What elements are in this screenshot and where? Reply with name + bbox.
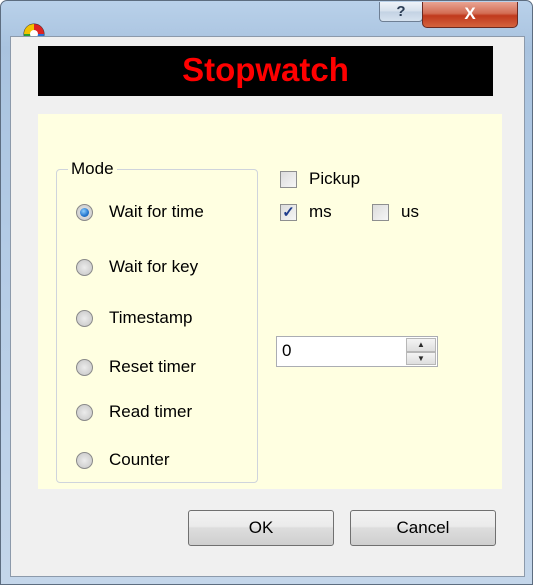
radio-read-timer[interactable]: Read timer (76, 399, 192, 425)
title-bar: ? X (1, 1, 532, 45)
radio-label: Read timer (109, 402, 193, 421)
radio-wait-for-time[interactable]: Wait for time (76, 199, 204, 225)
radio-button[interactable] (76, 358, 93, 376)
help-icon: ? (396, 3, 406, 20)
cancel-button[interactable]: Cancel (350, 510, 496, 546)
radio-wait-for-key[interactable]: Wait for key (76, 254, 198, 280)
pickup-checkbox-row[interactable]: Pickup (280, 167, 360, 191)
radio-button[interactable] (76, 403, 93, 421)
spin-up-icon[interactable]: ▲ (406, 338, 436, 352)
radio-label: Counter (109, 450, 170, 469)
radio-label: Timestamp (109, 308, 193, 327)
radio-reset-timer[interactable]: Reset timer (76, 354, 196, 380)
spinbox-buttons: ▲ ▼ (406, 338, 436, 365)
radio-button-selected[interactable] (76, 203, 93, 221)
us-checkbox[interactable] (372, 203, 389, 221)
close-button[interactable]: X (422, 2, 518, 28)
close-icon: X (464, 4, 476, 23)
radio-button[interactable] (76, 258, 93, 276)
ms-label: ms (309, 202, 332, 221)
pickup-checkbox[interactable] (280, 170, 297, 188)
ms-checkbox[interactable]: ✓ (280, 203, 297, 221)
ms-checkbox-row[interactable]: ✓ ms (280, 200, 332, 224)
radio-button[interactable] (76, 451, 93, 469)
radio-label: Wait for key (109, 257, 199, 276)
radio-label: Reset timer (109, 357, 196, 376)
mode-group-legend: Mode (68, 159, 117, 179)
us-checkbox-row[interactable]: us (372, 200, 419, 224)
spinbox-value[interactable]: 0 (282, 341, 291, 361)
ok-button[interactable]: OK (188, 510, 334, 546)
radio-button[interactable] (76, 309, 93, 327)
radio-counter[interactable]: Counter (76, 447, 169, 473)
value-spinbox[interactable]: 0 ▲ ▼ (276, 336, 438, 367)
banner-title: Stopwatch (182, 51, 349, 88)
radio-timestamp[interactable]: Timestamp (76, 305, 192, 331)
pickup-label: Pickup (309, 169, 361, 188)
us-label: us (401, 202, 419, 221)
title-banner: Stopwatch (38, 46, 493, 96)
help-button[interactable]: ? (379, 2, 423, 22)
radio-label: Wait for time (109, 202, 204, 221)
spin-down-icon[interactable]: ▼ (406, 351, 436, 365)
